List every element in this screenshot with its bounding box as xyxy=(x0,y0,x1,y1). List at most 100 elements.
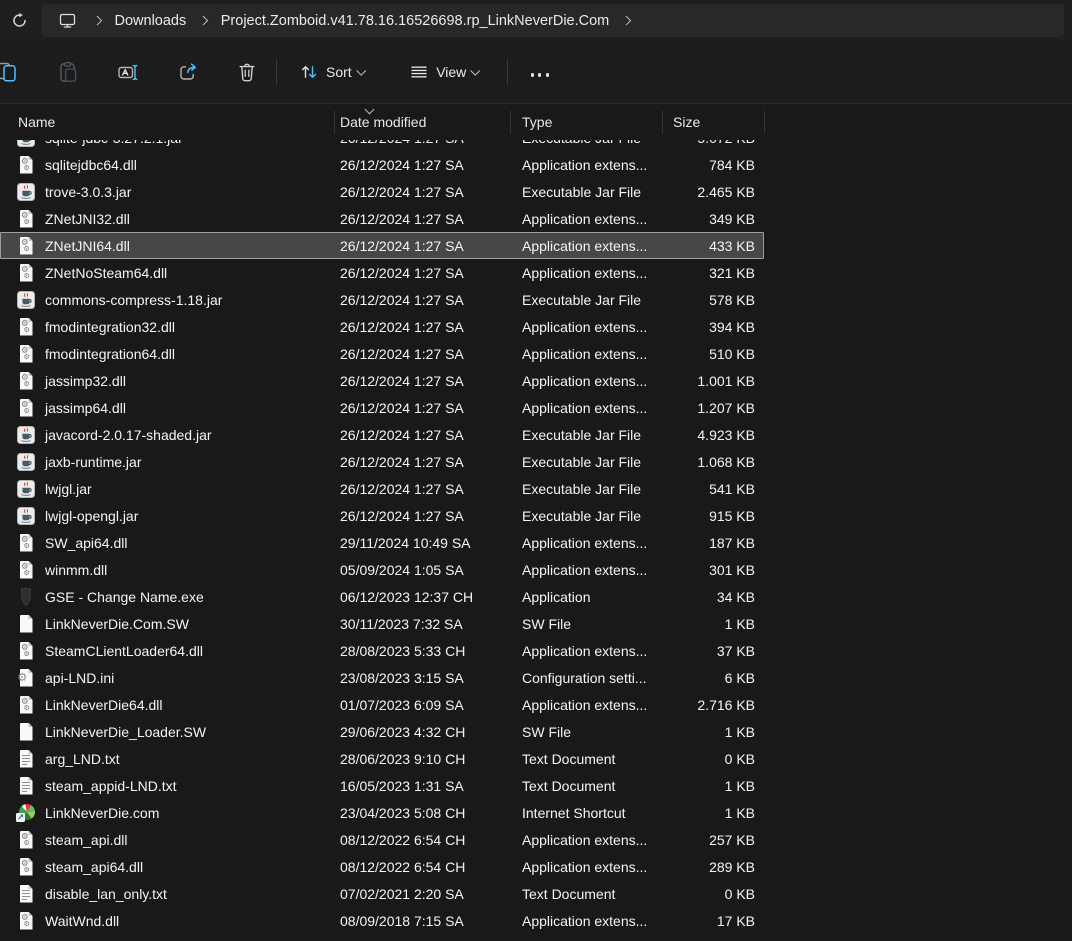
file-row[interactable]: LinkNeverDie.Com.SW 30/11/2023 7:32 SA S… xyxy=(0,610,1072,637)
breadcrumb-current-folder[interactable]: Project.Zomboid.v41.78.16.16526698.rp_Li… xyxy=(219,9,612,33)
file-row[interactable]: ⚙⚙ WaitWnd.dll 08/09/2018 7:15 SA Applic… xyxy=(0,907,1072,934)
view-button[interactable]: View xyxy=(400,52,489,92)
dll-icon: ⚙⚙ xyxy=(16,263,36,283)
column-divider[interactable] xyxy=(334,111,335,133)
file-row[interactable]: disable_lan_only.txt 07/02/2021 2:20 SA … xyxy=(0,880,1072,907)
paste-button[interactable] xyxy=(48,52,88,92)
file-name: api-LND.ini xyxy=(45,670,114,686)
file-row[interactable]: ⚙⚙ steam_api64.dll 08/12/2022 6:54 CH Ap… xyxy=(0,853,1072,880)
file-size: 2.465 KB xyxy=(622,184,755,200)
file-row[interactable]: GSE - Change Name.exe 06/12/2023 12:37 C… xyxy=(0,583,1072,610)
file-date-modified: 08/12/2022 6:54 CH xyxy=(340,832,465,848)
file-row[interactable]: ⚙⚙ ZNetJNI32.dll 26/12/2024 1:27 SA Appl… xyxy=(0,205,1072,232)
file-size: 1.068 KB xyxy=(622,454,755,470)
toolbar-divider xyxy=(276,59,277,85)
column-header-date-modified[interactable]: Date modified xyxy=(340,114,426,130)
file-name: SteamCLientLoader64.dll xyxy=(45,643,203,659)
column-header-type[interactable]: Type xyxy=(522,114,552,130)
delete-icon xyxy=(236,61,258,83)
file-size: 321 KB xyxy=(622,265,755,281)
see-more-button[interactable] xyxy=(520,52,560,92)
dll-icon: ⚙⚙ xyxy=(16,641,36,661)
txt-icon xyxy=(16,749,36,769)
file-date-modified: 01/07/2023 6:09 SA xyxy=(340,697,464,713)
column-header-size[interactable]: Size xyxy=(673,114,700,130)
file-row[interactable]: ⚙⚙ winmm.dll 05/09/2024 1:05 SA Applicat… xyxy=(0,556,1072,583)
file-name: arg_LND.txt xyxy=(45,751,120,767)
file-date-modified: 07/02/2021 2:20 SA xyxy=(340,886,464,902)
file-row[interactable]: ⚙⚙ fmodintegration32.dll 26/12/2024 1:27… xyxy=(0,313,1072,340)
file-name: disable_lan_only.txt xyxy=(45,886,167,902)
more-icon xyxy=(528,65,551,80)
file-name-cell: trove-3.0.3.jar xyxy=(16,182,131,202)
file-size: 510 KB xyxy=(622,346,755,362)
rename-button[interactable] xyxy=(108,52,148,92)
jar-icon xyxy=(16,452,36,472)
column-divider[interactable] xyxy=(510,111,511,133)
file-date-modified: 26/12/2024 1:27 SA xyxy=(340,211,464,227)
file-name-cell: disable_lan_only.txt xyxy=(16,884,167,904)
paste-icon xyxy=(57,61,79,83)
sort-button[interactable]: Sort xyxy=(290,52,374,92)
file-list: sqlite-jdbc-3.27.2.1.jar 26/12/2024 1:27… xyxy=(0,140,1072,934)
file-row[interactable]: ⚙⚙ jassimp64.dll 26/12/2024 1:27 SA Appl… xyxy=(0,394,1072,421)
refresh-button[interactable] xyxy=(2,5,36,37)
file-row[interactable]: ⚙⚙ fmodintegration64.dll 26/12/2024 1:27… xyxy=(0,340,1072,367)
file-name: LinkNeverDie64.dll xyxy=(45,697,163,713)
column-header-name[interactable]: Name xyxy=(18,114,55,130)
file-date-modified: 26/12/2024 1:27 SA xyxy=(340,292,464,308)
file-name-cell: sqlite-jdbc-3.27.2.1.jar xyxy=(16,140,183,148)
file-row[interactable]: ↗ LinkNeverDie.com 23/04/2023 5:08 CH In… xyxy=(0,799,1072,826)
file-name-cell: commons-compress-1.18.jar xyxy=(16,290,222,310)
file-row[interactable]: jaxb-runtime.jar 26/12/2024 1:27 SA Exec… xyxy=(0,448,1072,475)
file-row[interactable]: sqlite-jdbc-3.27.2.1.jar 26/12/2024 1:27… xyxy=(0,140,1072,151)
file-name: lwjgl-opengl.jar xyxy=(45,508,138,524)
file-name: ZNetJNI32.dll xyxy=(45,211,130,227)
url-icon: ↗ xyxy=(16,803,36,823)
file-row[interactable]: steam_appid-LND.txt 16/05/2023 1:31 SA T… xyxy=(0,772,1072,799)
file-row[interactable]: ⚙⚙ sqlitejdbc64.dll 26/12/2024 1:27 SA A… xyxy=(0,151,1072,178)
file-row[interactable]: ⚙⚙ LinkNeverDie64.dll 01/07/2023 6:09 SA… xyxy=(0,691,1072,718)
file-name-cell: ⚙⚙ jassimp64.dll xyxy=(16,398,126,418)
file-type: Application xyxy=(522,589,591,605)
dll-icon: ⚙⚙ xyxy=(16,911,36,931)
file-size: 394 KB xyxy=(622,319,755,335)
dll-icon: ⚙⚙ xyxy=(16,398,36,418)
file-row[interactable]: ⚙ api-LND.ini 23/08/2023 3:15 SA Configu… xyxy=(0,664,1072,691)
this-pc-crumb[interactable] xyxy=(52,7,82,35)
file-row[interactable]: ⚙⚙ jassimp32.dll 26/12/2024 1:27 SA Appl… xyxy=(0,367,1072,394)
copy-button[interactable] xyxy=(0,52,27,92)
file-name-cell: ↗ LinkNeverDie.com xyxy=(16,803,159,823)
share-button[interactable] xyxy=(168,52,208,92)
breadcrumb-downloads[interactable]: Downloads xyxy=(113,9,189,33)
file-row[interactable]: lwjgl-opengl.jar 26/12/2024 1:27 SA Exec… xyxy=(0,502,1072,529)
file-row[interactable]: javacord-2.0.17-shaded.jar 26/12/2024 1:… xyxy=(0,421,1072,448)
file-row[interactable]: ⚙⚙ ZNetNoSteam64.dll 26/12/2024 1:27 SA … xyxy=(0,259,1072,286)
file-date-modified: 26/12/2024 1:27 SA xyxy=(340,400,464,416)
file-row[interactable]: trove-3.0.3.jar 26/12/2024 1:27 SA Execu… xyxy=(0,178,1072,205)
file-row[interactable]: arg_LND.txt 28/06/2023 9:10 CH Text Docu… xyxy=(0,745,1072,772)
dll-icon: ⚙⚙ xyxy=(16,317,36,337)
column-header-row: Name Date modified Type Size xyxy=(0,103,1072,140)
file-row[interactable]: ⚙⚙ SteamCLientLoader64.dll 28/08/2023 5:… xyxy=(0,637,1072,664)
file-name-cell: ⚙⚙ WaitWnd.dll xyxy=(16,911,119,931)
file-row[interactable]: lwjgl.jar 26/12/2024 1:27 SA Executable … xyxy=(0,475,1072,502)
file-name: sqlitejdbc64.dll xyxy=(45,157,137,173)
file-row[interactable]: ⚙⚙ ZNetJNI64.dll 26/12/2024 1:27 SA Appl… xyxy=(0,232,1072,259)
file-name: winmm.dll xyxy=(45,562,107,578)
file-row[interactable]: ⚙⚙ SW_api64.dll 29/11/2024 10:49 SA Appl… xyxy=(0,529,1072,556)
delete-button[interactable] xyxy=(227,52,267,92)
jar-icon xyxy=(16,425,36,445)
file-row[interactable]: ⚙⚙ steam_api.dll 08/12/2022 6:54 CH Appl… xyxy=(0,826,1072,853)
address-pill[interactable]: Downloads Project.Zomboid.v41.78.16.1652… xyxy=(42,4,1064,37)
file-row[interactable]: commons-compress-1.18.jar 26/12/2024 1:2… xyxy=(0,286,1072,313)
file-type: SW File xyxy=(522,616,571,632)
file-name-cell: ⚙⚙ steam_api64.dll xyxy=(16,857,143,877)
file-row[interactable]: LinkNeverDie_Loader.SW 29/06/2023 4:32 C… xyxy=(0,718,1072,745)
breadcrumb-chevron-icon[interactable] xyxy=(93,16,102,25)
column-divider[interactable] xyxy=(662,111,663,133)
column-divider[interactable] xyxy=(764,111,765,133)
breadcrumb-chevron-icon[interactable] xyxy=(199,16,208,25)
breadcrumb-chevron-icon[interactable] xyxy=(622,16,631,25)
file-date-modified: 30/11/2023 7:32 SA xyxy=(340,616,463,632)
